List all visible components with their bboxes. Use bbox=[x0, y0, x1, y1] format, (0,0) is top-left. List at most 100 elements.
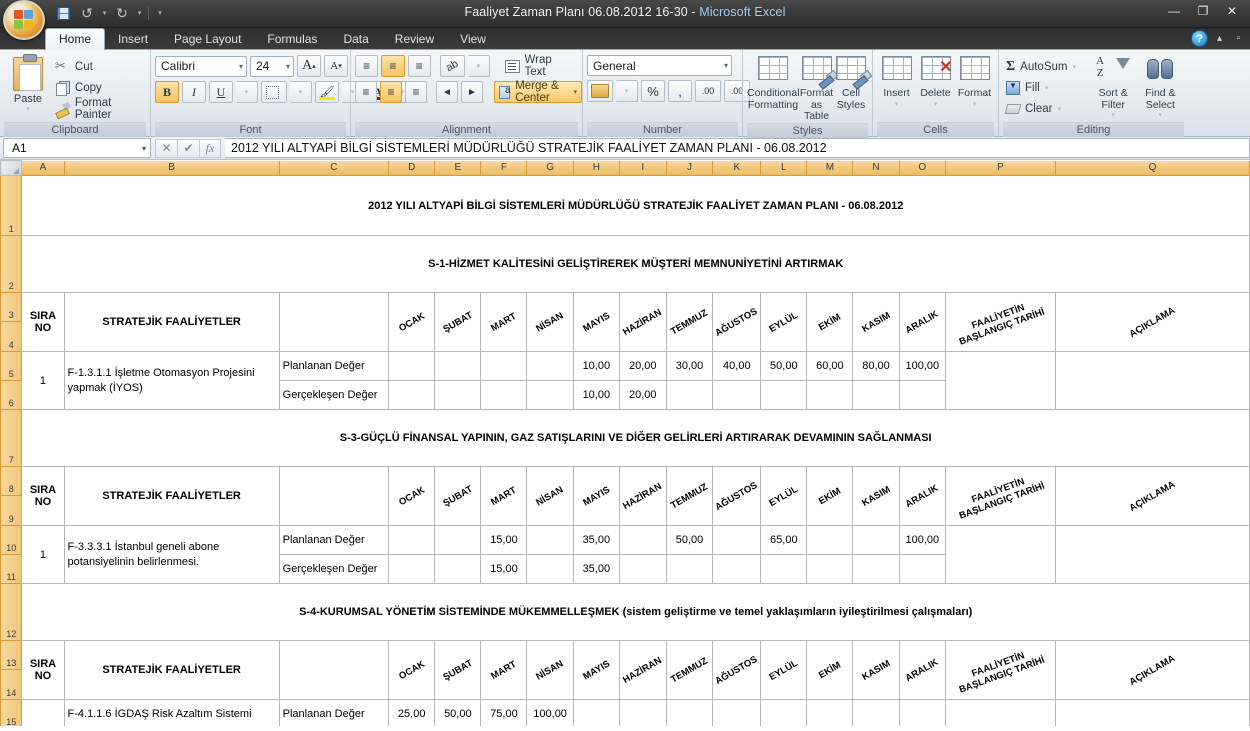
fill-color-button[interactable]: 🖌 bbox=[315, 81, 339, 103]
tab-data[interactable]: Data bbox=[330, 28, 381, 50]
planned-temmuz-s3[interactable]: 50,00 bbox=[665, 525, 714, 555]
orientation-button[interactable]: ab bbox=[439, 55, 465, 77]
header-month-eylul-s3[interactable]: EYLÜL bbox=[760, 466, 808, 526]
planned-agustos-s3[interactable] bbox=[712, 525, 762, 555]
actual-agustos-s1[interactable] bbox=[712, 380, 762, 410]
font-name-combo[interactable]: Calibri ▾ bbox=[155, 55, 247, 77]
align-right-button[interactable]: ≡ bbox=[405, 81, 427, 103]
merge-and-center-button[interactable]: Merge & Center ▾ bbox=[494, 80, 583, 104]
header-month-eylul-s1[interactable]: EYLÜL bbox=[760, 292, 808, 352]
column-header-D[interactable]: D bbox=[388, 160, 436, 176]
accounting-format-button[interactable] bbox=[587, 80, 613, 102]
planned-haziran-s1[interactable]: 20,00 bbox=[618, 351, 667, 381]
header-blank-s4[interactable] bbox=[278, 640, 390, 700]
autosum-button[interactable]: Σ AutoSum ▾ bbox=[1003, 57, 1090, 76]
row-header-5[interactable]: 5 bbox=[0, 351, 23, 381]
planned-ekim-s1[interactable]: 60,00 bbox=[806, 351, 854, 381]
column-header-K[interactable]: K bbox=[712, 160, 762, 176]
clear-button[interactable]: Clear ▾ bbox=[1003, 99, 1090, 118]
planned-eylul-s4[interactable] bbox=[760, 699, 808, 726]
paste-button[interactable]: Paste ▾ bbox=[4, 54, 52, 113]
redo-button[interactable]: ↻ bbox=[111, 3, 133, 23]
planned-mayis-s4[interactable] bbox=[572, 699, 620, 726]
header-month-kasim-s3[interactable]: KASIM bbox=[852, 466, 900, 526]
italic-button[interactable]: I bbox=[182, 81, 206, 103]
actual-eylul-s3[interactable] bbox=[760, 554, 808, 584]
row-header-3[interactable]: 3 bbox=[0, 292, 23, 322]
section-heading-s3[interactable]: S-3-GÜÇLÜ FİNANSAL YAPININ, GAZ SATIŞLAR… bbox=[21, 409, 1250, 467]
wrap-text-button[interactable]: Wrap Text bbox=[501, 54, 578, 78]
column-header-M[interactable]: M bbox=[806, 160, 854, 176]
header-month-ocak-s4[interactable]: OCAK bbox=[388, 640, 436, 700]
underline-button[interactable]: U bbox=[209, 81, 233, 103]
planned-kasim-s3[interactable] bbox=[852, 525, 900, 555]
section-heading-s1[interactable]: S-1-HİZMET KALİTESİNİ GELİŞTİREREK MÜŞTE… bbox=[21, 235, 1250, 293]
underline-dropdown[interactable]: ▾ bbox=[236, 81, 258, 103]
planned-nisan-s4[interactable]: 100,00 bbox=[526, 699, 574, 726]
borders-button[interactable] bbox=[261, 81, 287, 103]
cancel-edit-button[interactable]: ✕ bbox=[155, 138, 177, 158]
undo-dropdown[interactable]: ▾ bbox=[100, 3, 109, 23]
accounting-dropdown[interactable]: ▾ bbox=[616, 80, 638, 102]
actual-mayis-s1[interactable]: 10,00 bbox=[572, 380, 620, 410]
actual-nisan-s3[interactable] bbox=[526, 554, 574, 584]
header-month-ocak-s1[interactable]: OCAK bbox=[388, 292, 436, 352]
header-month-nisan-s3[interactable]: NİSAN bbox=[526, 466, 574, 526]
number-format-combo[interactable]: General ▾ bbox=[587, 55, 732, 76]
actual-label-s1[interactable]: Gerçekleşen Değer bbox=[278, 380, 390, 410]
header-sira-no-s4[interactable]: SIRA NO bbox=[21, 640, 65, 700]
maximize-button[interactable]: ❐ bbox=[1189, 2, 1217, 20]
planned-agustos-s4[interactable] bbox=[712, 699, 762, 726]
description-value-s1[interactable] bbox=[1054, 351, 1250, 410]
insert-cells-button[interactable]: Insert ▾ bbox=[877, 55, 916, 108]
cell-styles-button[interactable]: Cell Styles bbox=[834, 55, 868, 111]
column-header-H[interactable]: H bbox=[572, 160, 620, 176]
sort-and-filter-button[interactable]: AZ Sort & Filter ▾ bbox=[1090, 55, 1137, 119]
column-header-C[interactable]: C bbox=[278, 160, 390, 176]
format-dropdown-icon[interactable]: ▾ bbox=[955, 100, 994, 108]
actual-nisan-s1[interactable] bbox=[526, 380, 574, 410]
chevron-down-icon[interactable]: ▾ bbox=[1045, 84, 1049, 92]
header-month-haziran-s3[interactable]: HAZİRAN bbox=[618, 466, 667, 526]
minimize-ribbon-icon[interactable]: ▴ bbox=[1212, 31, 1227, 46]
actual-label-s3[interactable]: Gerçekleşen Değer bbox=[278, 554, 390, 584]
formula-input[interactable]: 2012 YILI ALTYAPİ BİLGİ SİSTEMLERİ MÜDÜR… bbox=[225, 138, 1250, 158]
activity-name-s4[interactable]: F-4.1.1.6 İGDAŞ Risk Azaltım Sistemi bbox=[63, 699, 280, 726]
planned-mayis-s1[interactable]: 10,00 bbox=[572, 351, 620, 381]
column-header-N[interactable]: N bbox=[852, 160, 900, 176]
format-as-table-button[interactable]: Format as Table bbox=[799, 55, 834, 123]
section-heading-s4[interactable]: S-4-KURUMSAL YÖNETİM SİSTEMİNDE MÜKEMMEL… bbox=[21, 583, 1250, 641]
planned-label-s3[interactable]: Planlanan Değer bbox=[278, 525, 390, 555]
shrink-font-button[interactable]: A ▾ bbox=[324, 55, 348, 77]
row-header-9[interactable]: 9 bbox=[0, 495, 23, 526]
planned-mayis-s3[interactable]: 35,00 bbox=[572, 525, 620, 555]
tab-formulas[interactable]: Formulas bbox=[254, 28, 330, 50]
name-box[interactable]: A1 ▾ bbox=[3, 138, 151, 158]
cut-button[interactable]: Cut bbox=[52, 58, 146, 76]
sira-no-value-s4[interactable] bbox=[21, 699, 65, 726]
header-blank-s1[interactable] bbox=[278, 292, 390, 352]
actual-ocak-s3[interactable] bbox=[388, 554, 436, 584]
insert-dropdown-icon[interactable]: ▾ bbox=[877, 100, 916, 108]
header-sira-no-s1[interactable]: SIRA NO bbox=[21, 292, 65, 352]
header-description-s4[interactable]: AÇIKLAMA bbox=[1054, 640, 1250, 700]
header-month-mart-s1[interactable]: MART bbox=[480, 292, 528, 352]
header-month-ekim-s4[interactable]: EKİM bbox=[806, 640, 854, 700]
tab-page-layout[interactable]: Page Layout bbox=[161, 28, 254, 50]
tab-view[interactable]: View bbox=[447, 28, 499, 50]
actual-subat-s3[interactable] bbox=[434, 554, 482, 584]
minimize-button[interactable]: — bbox=[1160, 2, 1188, 20]
header-month-haziran-s4[interactable]: HAZİRAN bbox=[618, 640, 667, 700]
planned-temmuz-s4[interactable] bbox=[665, 699, 714, 726]
planned-aralik-s1[interactable]: 100,00 bbox=[898, 351, 947, 381]
planned-ocak-s3[interactable] bbox=[388, 525, 436, 555]
planned-mart-s3[interactable]: 15,00 bbox=[480, 525, 528, 555]
header-description-s1[interactable]: AÇIKLAMA bbox=[1054, 292, 1250, 352]
actual-mart-s1[interactable] bbox=[480, 380, 528, 410]
align-center-button[interactable]: ≡ bbox=[380, 81, 402, 103]
header-month-ekim-s3[interactable]: EKİM bbox=[806, 466, 854, 526]
header-month-temmuz-s4[interactable]: TEMMUZ bbox=[665, 640, 714, 700]
actual-temmuz-s1[interactable] bbox=[665, 380, 714, 410]
help-icon[interactable]: ? bbox=[1191, 30, 1208, 47]
column-header-G[interactable]: G bbox=[526, 160, 574, 176]
